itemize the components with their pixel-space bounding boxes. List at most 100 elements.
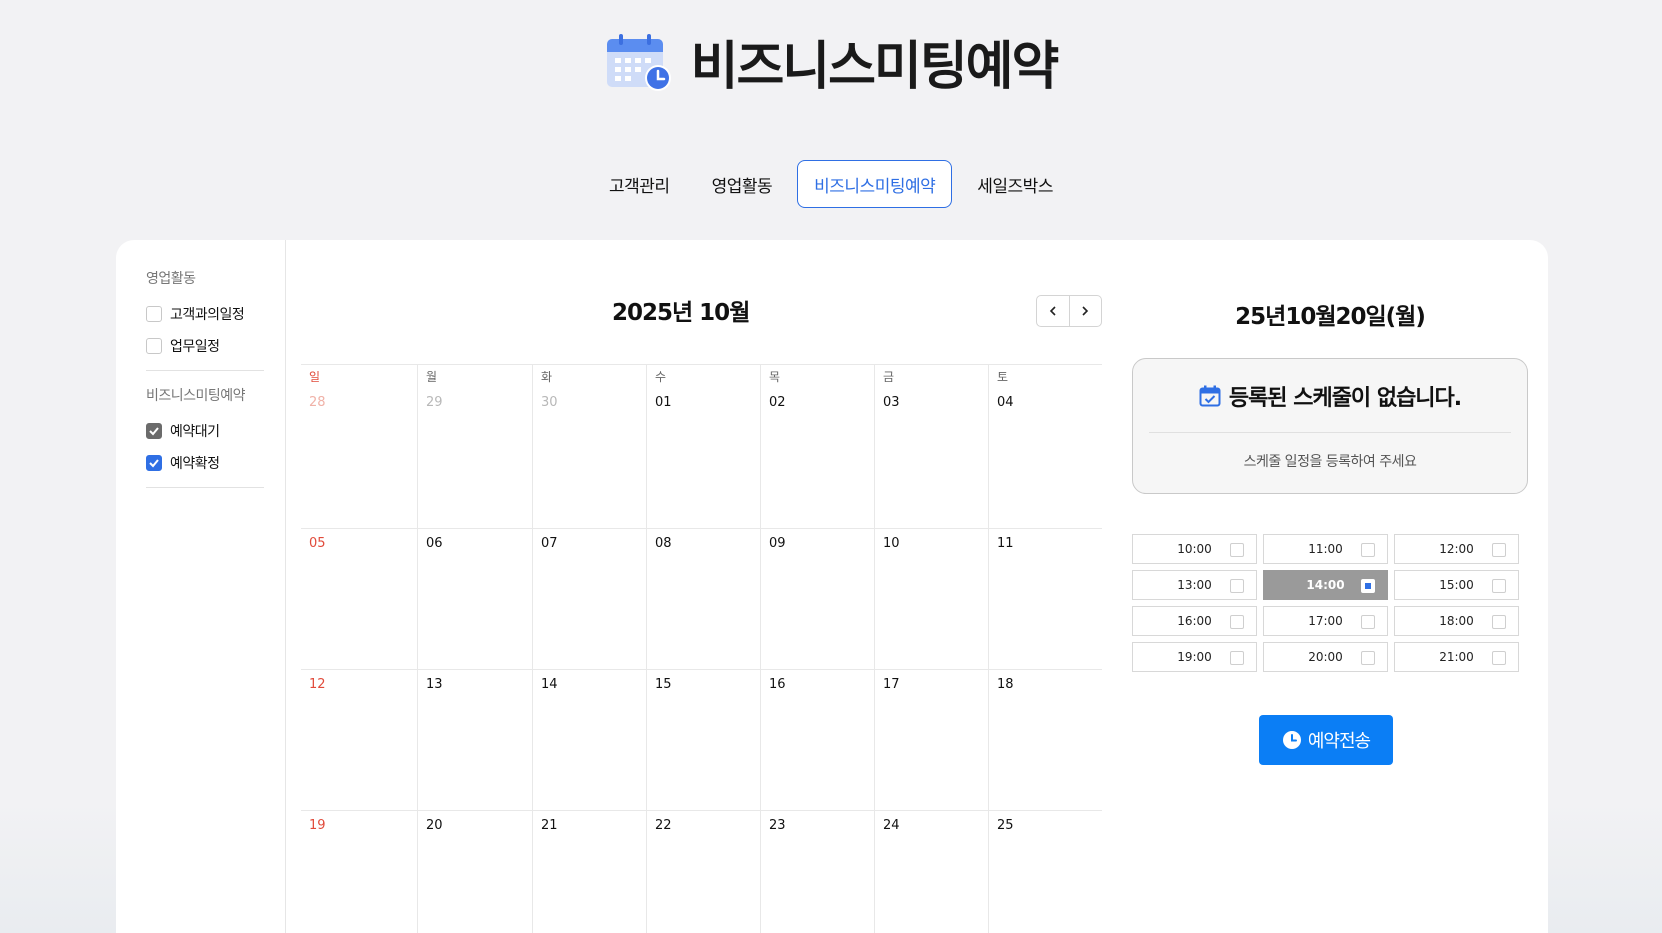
time-slot[interactable]: 13:00 (1132, 570, 1257, 600)
day-cell[interactable]: 06 (417, 529, 532, 669)
filter-group-title: 영업활동 (146, 271, 196, 287)
weekday-label: 수 (646, 365, 760, 388)
day-cell[interactable]: 10 (874, 529, 988, 669)
time-slot-checkbox[interactable] (1492, 579, 1506, 593)
filter-customer-schedule[interactable]: 고객과의일정 (146, 298, 265, 330)
calendar-check-icon (1199, 385, 1221, 406)
time-slot-checkbox[interactable] (1361, 615, 1375, 629)
time-slot[interactable]: 10:00 (1132, 534, 1257, 564)
schedule-empty-box: 등록된 스케줄이 없습니다. 스케줄 일정을 등록하여 주세요 (1132, 358, 1528, 494)
time-slot-label: 21:00 (1439, 650, 1474, 664)
prev-month-button[interactable] (1037, 296, 1069, 326)
divider (146, 487, 264, 488)
filter-group-title: 비즈니스미팅예약 (146, 388, 246, 404)
calendar-nav (1036, 295, 1102, 327)
tab-sales-activity[interactable]: 영업활동 (695, 160, 790, 208)
send-reservation-button[interactable]: 예약전송 (1259, 715, 1393, 765)
time-slot-label: 12:00 (1439, 542, 1474, 556)
filter-reservation-confirmed[interactable]: 예약확정 (146, 447, 265, 479)
filter-label: 고객과의일정 (170, 307, 245, 323)
time-slot-checkbox[interactable] (1230, 651, 1244, 665)
time-slot[interactable]: 12:00 (1394, 534, 1519, 564)
day-cell[interactable]: 18 (988, 670, 1102, 810)
day-cell[interactable]: 04 (988, 388, 1102, 528)
checkbox-unchecked[interactable] (146, 306, 162, 322)
weekday-label: 금 (874, 365, 988, 388)
day-cell[interactable]: 05 (301, 529, 417, 669)
main-tabs: 고객관리 영업활동 비즈니스미팅예약 세일즈박스 (0, 160, 1662, 208)
time-slot-checkbox[interactable] (1361, 579, 1375, 593)
day-cell[interactable]: 13 (417, 670, 532, 810)
day-cell[interactable]: 01 (646, 388, 760, 528)
weekday-header: 일 월 화 수 목 금 토 (301, 365, 1102, 388)
tab-sales-box[interactable]: 세일즈박스 (960, 160, 1070, 208)
filter-label: 업무일정 (170, 339, 220, 355)
checkbox-unchecked[interactable] (146, 338, 162, 354)
weekday-label: 화 (532, 365, 646, 388)
time-slot[interactable]: 20:00 (1263, 642, 1388, 672)
time-slot[interactable]: 18:00 (1394, 606, 1519, 636)
day-cell[interactable]: 07 (532, 529, 646, 669)
day-cell[interactable]: 23 (760, 811, 874, 933)
day-cell[interactable]: 15 (646, 670, 760, 810)
day-cell[interactable]: 03 (874, 388, 988, 528)
time-slot-selected[interactable]: 14:00 (1263, 570, 1388, 600)
filter-work-schedule[interactable]: 업무일정 (146, 330, 265, 362)
filter-reservation-pending[interactable]: 예약대기 (146, 415, 265, 447)
time-slot[interactable]: 21:00 (1394, 642, 1519, 672)
time-slot-label: 19:00 (1177, 650, 1212, 664)
day-cell[interactable]: 02 (760, 388, 874, 528)
filter-label: 예약확정 (170, 456, 220, 472)
calendar-week: 28 29 30 01 02 03 04 (301, 388, 1102, 529)
chevron-left-icon (1049, 306, 1056, 316)
time-slot-checkbox[interactable] (1361, 543, 1375, 557)
time-slot[interactable]: 15:00 (1394, 570, 1519, 600)
day-cell[interactable]: 20 (417, 811, 532, 933)
day-cell[interactable]: 30 (532, 388, 646, 528)
tab-business-meeting[interactable]: 비즈니스미팅예약 (797, 160, 953, 208)
day-cell[interactable]: 17 (874, 670, 988, 810)
schedule-empty-title: 등록된 스케줄이 없습니다. (1228, 385, 1462, 411)
time-slot[interactable]: 17:00 (1263, 606, 1388, 636)
time-slot-checkbox[interactable] (1230, 579, 1244, 593)
day-cell[interactable]: 19 (301, 811, 417, 933)
day-cell[interactable]: 16 (760, 670, 874, 810)
day-cell[interactable]: 21 (532, 811, 646, 933)
time-slot-checkbox[interactable] (1361, 651, 1375, 665)
checkbox-checked[interactable] (146, 455, 162, 471)
weekday-label: 토 (988, 365, 1102, 388)
next-month-button[interactable] (1068, 296, 1102, 326)
clock-icon (1282, 731, 1301, 749)
time-slot-label: 14:00 (1306, 578, 1345, 592)
time-slot-checkbox[interactable] (1230, 615, 1244, 629)
time-slot[interactable]: 19:00 (1132, 642, 1257, 672)
day-cell[interactable]: 14 (532, 670, 646, 810)
time-slot-label: 13:00 (1177, 578, 1212, 592)
time-slot-label: 17:00 (1308, 614, 1343, 628)
time-slot-checkbox[interactable] (1230, 543, 1244, 557)
day-cell[interactable]: 22 (646, 811, 760, 933)
main-card: 영업활동 고객과의일정 업무일정 비즈니스미팅예약 예약대기 예약확정 2025… (116, 240, 1548, 933)
time-slot[interactable]: 11:00 (1263, 534, 1388, 564)
page-title: 비즈니스미팅예약 (690, 37, 1060, 97)
checkbox-checked[interactable] (146, 423, 162, 439)
time-slot-label: 11:00 (1308, 542, 1343, 556)
time-slot[interactable]: 16:00 (1132, 606, 1257, 636)
day-cell[interactable]: 24 (874, 811, 988, 933)
time-slot-checkbox[interactable] (1492, 543, 1506, 557)
weekday-label: 일 (309, 370, 321, 384)
tab-customer-management[interactable]: 고객관리 (592, 160, 687, 208)
day-cell[interactable]: 11 (988, 529, 1102, 669)
calendar-week: 19 20 21 22 23 24 25 (301, 811, 1102, 933)
calendar-month-title: 2025년 10월 (612, 300, 750, 326)
day-cell[interactable]: 25 (988, 811, 1102, 933)
time-slot-checkbox[interactable] (1492, 651, 1506, 665)
day-cell[interactable]: 12 (301, 670, 417, 810)
time-slot-label: 18:00 (1439, 614, 1474, 628)
day-cell[interactable]: 09 (760, 529, 874, 669)
day-cell[interactable]: 29 (417, 388, 532, 528)
time-slot-label: 15:00 (1439, 578, 1474, 592)
time-slot-checkbox[interactable] (1492, 615, 1506, 629)
day-cell[interactable]: 28 (301, 388, 417, 528)
day-cell[interactable]: 08 (646, 529, 760, 669)
